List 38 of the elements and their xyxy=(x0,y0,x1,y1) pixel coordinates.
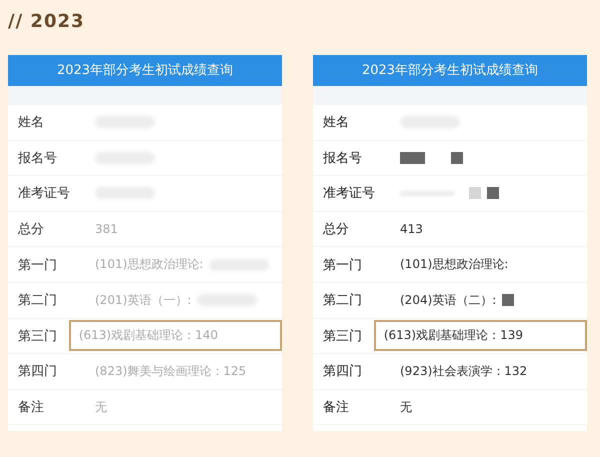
field-value: (101)思想政治理论: xyxy=(400,256,508,274)
field-label: 总分 xyxy=(323,221,350,238)
redaction-block xyxy=(469,187,481,200)
field-value: 413 xyxy=(400,222,423,236)
field-value: 381 xyxy=(95,222,118,236)
field-value: (613)戏剧基础理论：140 xyxy=(78,327,218,344)
field-label: 第一门 xyxy=(18,256,58,274)
field-value: 无 xyxy=(95,398,107,416)
field-label: 第一门 xyxy=(323,256,363,274)
field-value: (101)思想政治理论: xyxy=(95,256,204,274)
card-header: 2023年部分考生初试成绩查询 xyxy=(8,55,282,86)
section-heading: // 2023 xyxy=(8,10,86,34)
redaction-block xyxy=(502,294,514,306)
field-label: 第三门 xyxy=(323,328,363,345)
redaction-block xyxy=(487,187,499,200)
card-header: 2023年部分考生初试成绩查询 xyxy=(313,55,587,86)
field-label: 第三门 xyxy=(18,328,58,345)
field-label: 第二门 xyxy=(323,292,363,310)
field-label: 总分 xyxy=(18,221,45,238)
field-label: 第四门 xyxy=(323,363,363,380)
field-value: (204)英语（二）: xyxy=(400,292,496,309)
field-value: (201)英语（一）: xyxy=(95,292,192,309)
redaction-block xyxy=(400,152,425,164)
field-label: 报名号 xyxy=(323,150,363,167)
field-label: 备注 xyxy=(18,399,45,416)
field-label: 准考证号 xyxy=(18,185,71,202)
redaction-block xyxy=(451,152,463,164)
field-value: (823)舞美与绘画理论：125 xyxy=(95,362,246,380)
field-label: 准考证号 xyxy=(323,185,376,202)
field-label: 报名号 xyxy=(18,150,58,167)
field-value: (613)戏剧基础理论：139 xyxy=(384,327,523,344)
field-value: 无 xyxy=(400,398,412,416)
field-label: 姓名 xyxy=(323,114,350,132)
field-label: 第四门 xyxy=(18,363,58,380)
field-label: 备注 xyxy=(323,399,350,416)
field-value: (923)社会表演学：132 xyxy=(400,362,528,380)
field-label: 第二门 xyxy=(18,292,58,310)
field-label: 姓名 xyxy=(18,114,45,132)
